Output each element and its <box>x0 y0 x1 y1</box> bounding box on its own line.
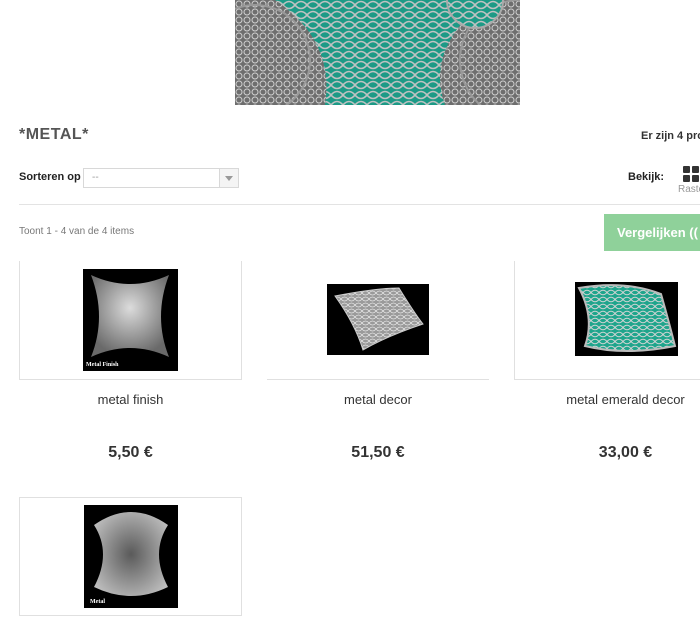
product-price: 33,00 € <box>598 444 653 461</box>
product-image-link[interactable] <box>514 261 700 380</box>
thumbnail-caption: Metal <box>90 599 105 605</box>
product-name-link[interactable]: metal finish <box>19 392 242 407</box>
grid-view-label[interactable]: Raste <box>678 184 700 195</box>
category-banner-image <box>235 0 520 105</box>
sort-label: Sorteren op <box>19 171 81 183</box>
product-count-text: Er zijn 4 pro <box>641 130 700 142</box>
toolbar-divider <box>19 204 700 205</box>
product-image-link[interactable]: Metal Finish <box>19 261 242 380</box>
product-price: 5,50 € <box>108 444 153 461</box>
product-thumbnail <box>575 282 678 356</box>
product-image-link[interactable]: Metal <box>19 497 242 616</box>
product-price: 51,50 € <box>351 444 405 461</box>
product-thumbnail <box>327 284 429 355</box>
category-title: *METAL* <box>19 126 89 143</box>
sort-select-value: -- <box>92 172 99 183</box>
grid-view-icon[interactable] <box>683 166 700 182</box>
view-label: Bekijk: <box>628 171 665 183</box>
product-name-link[interactable]: metal emerald decor <box>514 392 700 407</box>
pagination-summary: Toont 1 - 4 van de 4 items <box>19 226 135 237</box>
product-thumbnail: Metal Finish <box>83 269 178 371</box>
product-thumbnail: Metal <box>84 505 178 608</box>
thumbnail-caption: Metal Finish <box>86 362 119 368</box>
chevron-down-icon[interactable] <box>219 169 238 187</box>
product-image-link[interactable] <box>267 261 489 380</box>
product-name-link[interactable]: metal decor <box>267 392 489 407</box>
compare-button[interactable]: Vergelijken (( <box>604 214 700 251</box>
sort-select[interactable]: -- <box>83 168 239 188</box>
